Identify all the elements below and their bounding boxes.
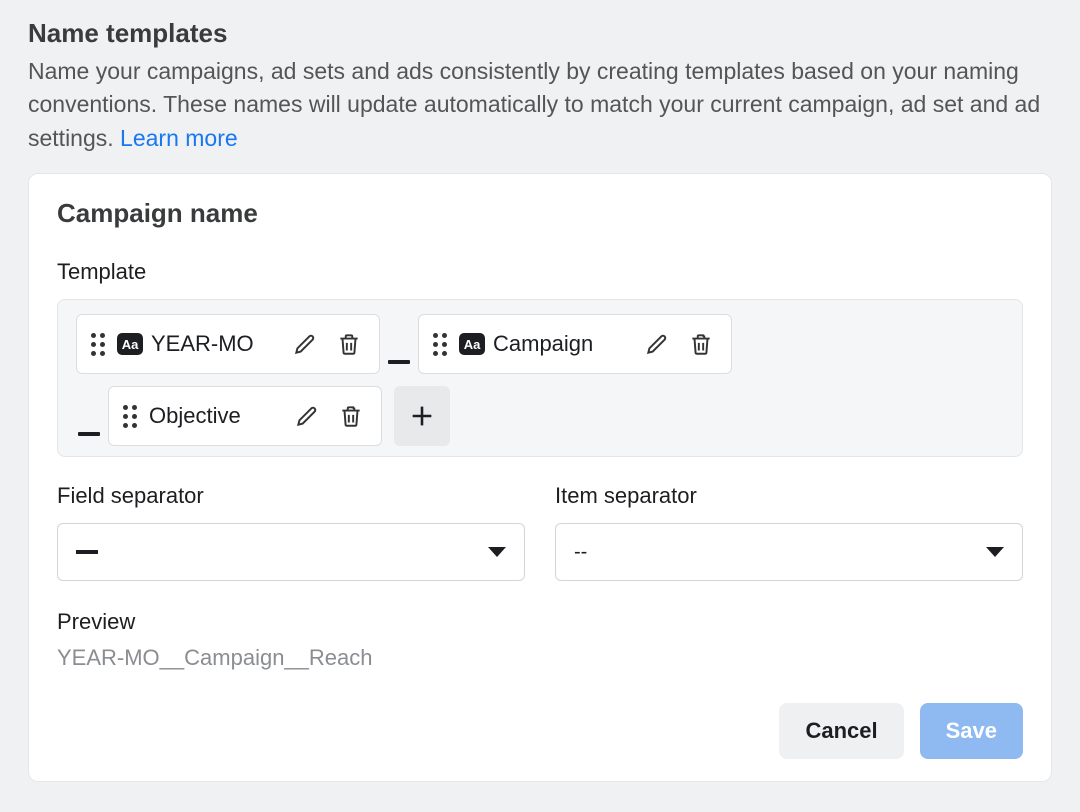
save-button[interactable]: Save <box>920 703 1023 759</box>
item-separator-select[interactable]: -- <box>555 523 1023 581</box>
preview-value: YEAR-MO__Campaign__Reach <box>57 645 1023 671</box>
field-separator-label: Field separator <box>57 483 525 509</box>
token-label: Objective <box>149 403 241 429</box>
add-token-button[interactable] <box>394 386 450 446</box>
preview-label: Preview <box>57 609 1023 635</box>
drag-handle-icon[interactable] <box>91 333 105 356</box>
learn-more-link[interactable]: Learn more <box>120 125 238 151</box>
page-title: Name templates <box>28 18 1052 49</box>
template-label: Template <box>57 259 1023 285</box>
campaign-name-card: Campaign name Template Aa YEAR-MO <box>28 173 1052 782</box>
item-separator-label: Item separator <box>555 483 1023 509</box>
chevron-down-icon <box>986 547 1004 557</box>
edit-icon[interactable] <box>291 400 323 432</box>
edit-icon[interactable] <box>289 328 321 360</box>
token-label: YEAR-MO <box>151 331 254 357</box>
trash-icon[interactable] <box>685 328 717 360</box>
drag-handle-icon[interactable] <box>433 333 447 356</box>
cancel-button[interactable]: Cancel <box>779 703 903 759</box>
custom-text-badge-icon: Aa <box>117 333 143 355</box>
edit-icon[interactable] <box>641 328 673 360</box>
template-token[interactable]: Objective <box>108 386 382 446</box>
page-description: Name your campaigns, ad sets and ads con… <box>28 55 1052 155</box>
chevron-down-icon <box>488 547 506 557</box>
drag-handle-icon[interactable] <box>123 405 137 428</box>
field-separator-value-icon <box>76 550 98 554</box>
template-builder: Aa YEAR-MO Aa Campaign <box>57 299 1023 457</box>
separator-icon <box>388 360 410 364</box>
field-separator-select[interactable] <box>57 523 525 581</box>
trash-icon[interactable] <box>333 328 365 360</box>
section-title: Campaign name <box>57 198 1023 229</box>
separator-icon <box>78 432 100 436</box>
custom-text-badge-icon: Aa <box>459 333 485 355</box>
trash-icon[interactable] <box>335 400 367 432</box>
template-token[interactable]: Aa YEAR-MO <box>76 314 380 374</box>
token-label: Campaign <box>493 331 593 357</box>
template-token[interactable]: Aa Campaign <box>418 314 732 374</box>
item-separator-value: -- <box>574 541 587 564</box>
